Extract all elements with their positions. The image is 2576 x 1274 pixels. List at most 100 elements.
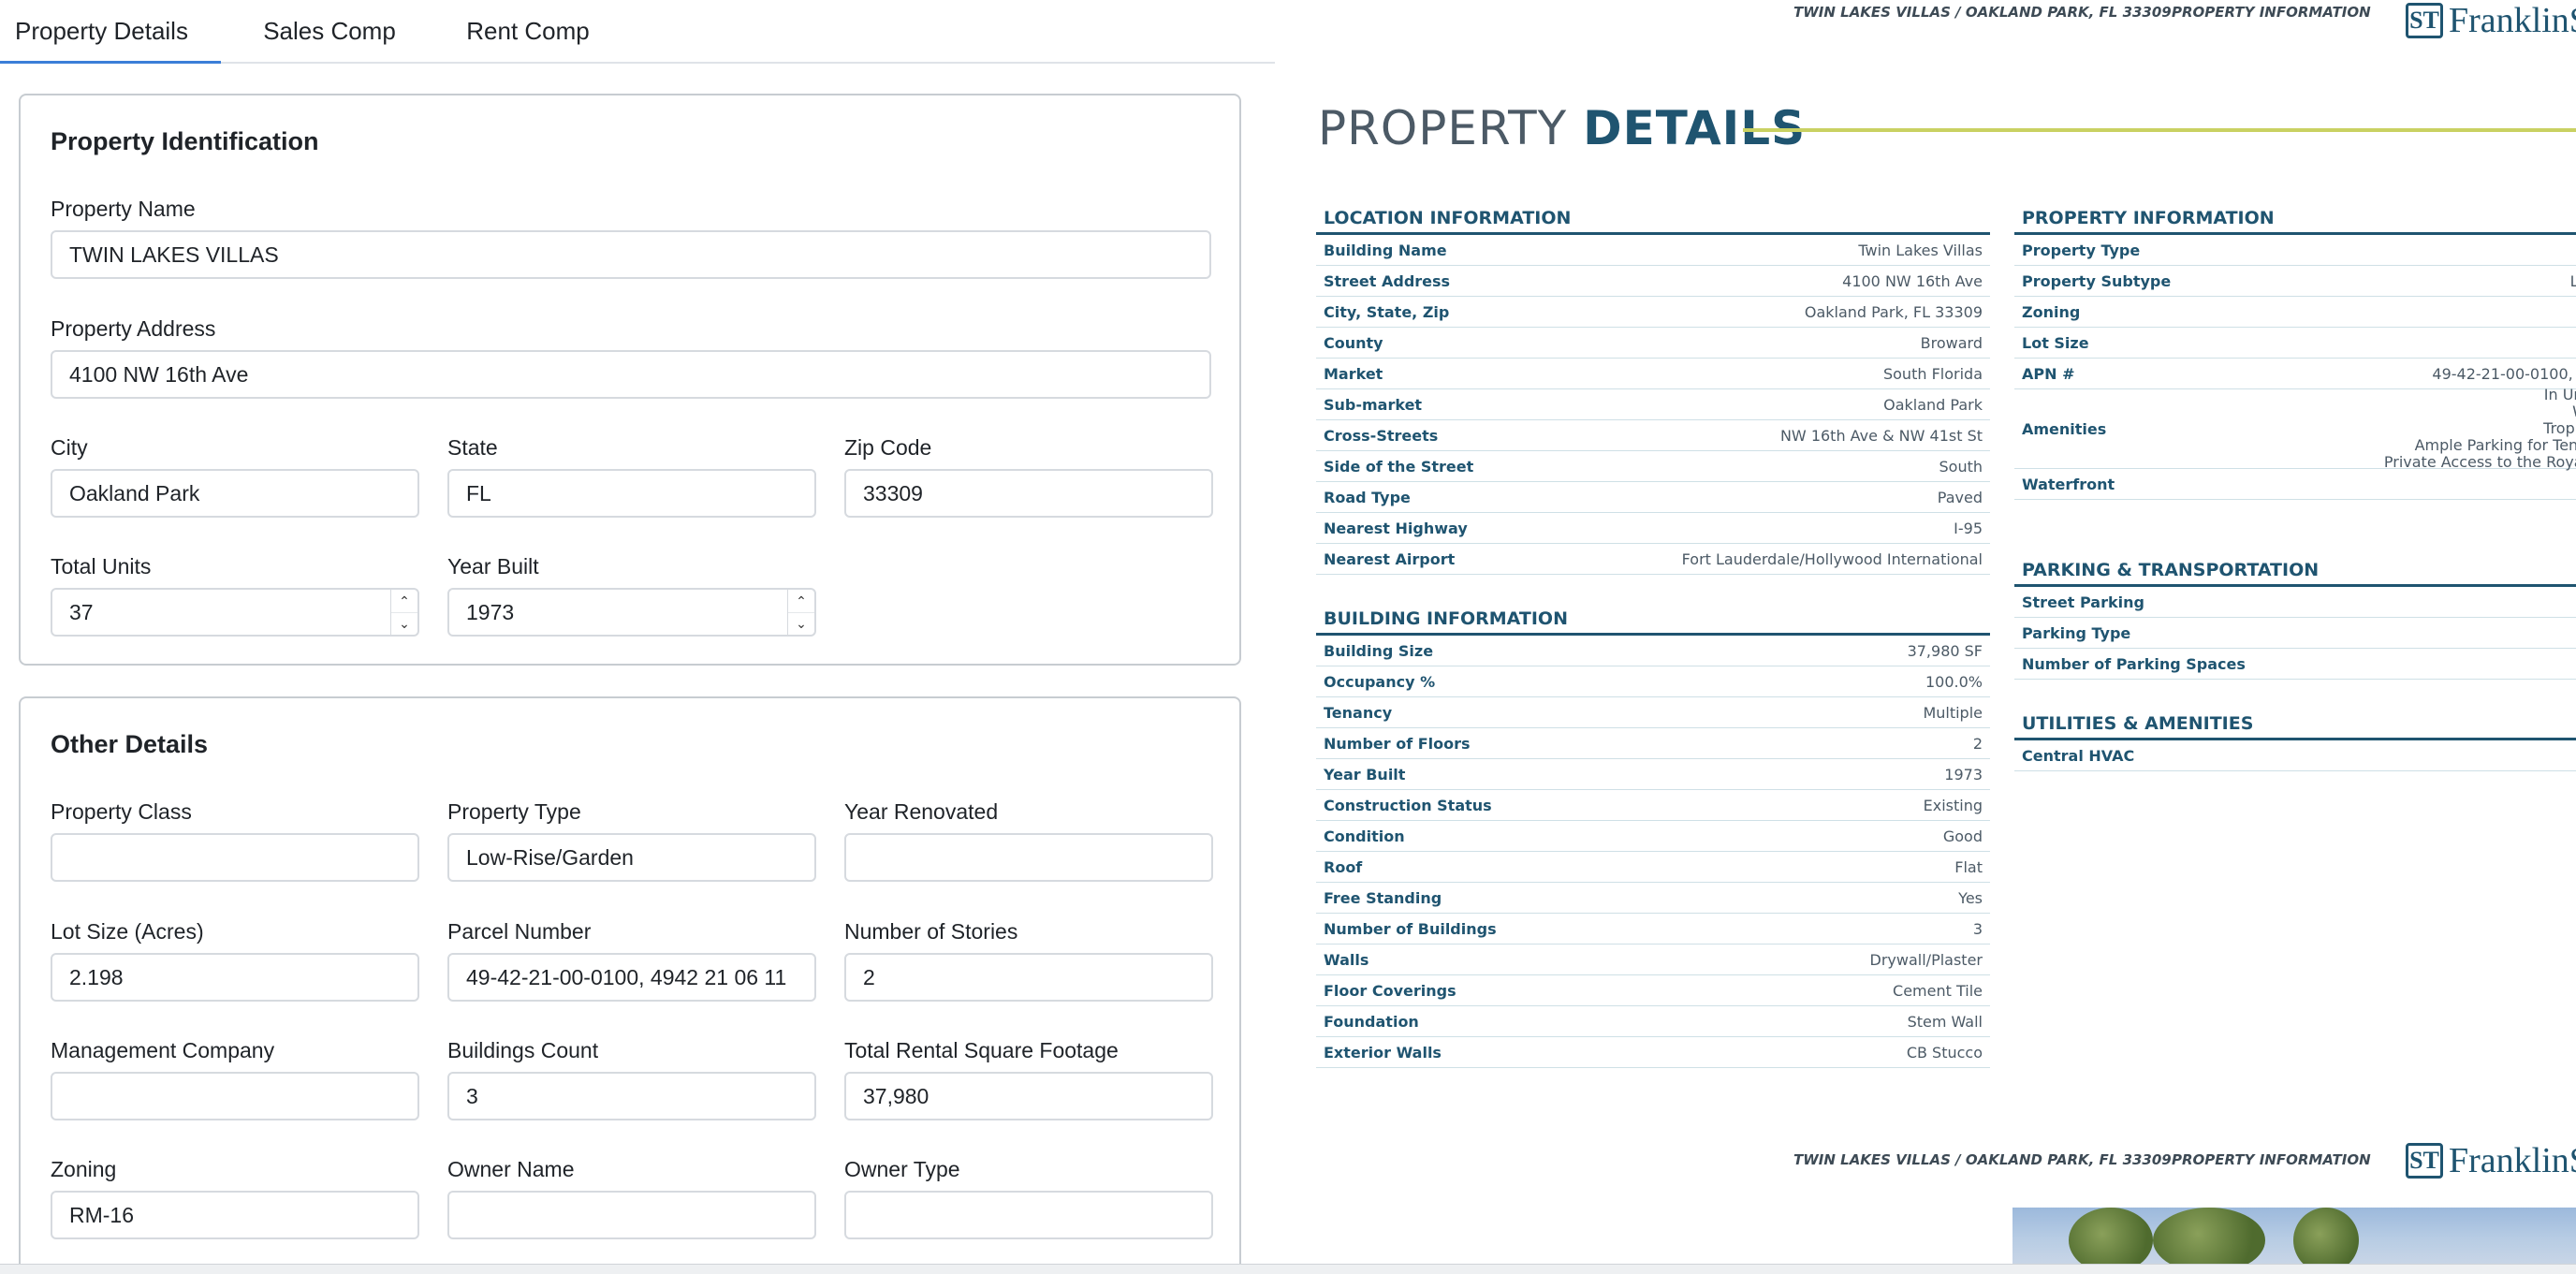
chevron-down-icon[interactable]: ⌄	[788, 613, 814, 636]
field-label: Year Renovated	[844, 799, 999, 824]
info-row: Floor Coverings Cement Tile	[1316, 975, 1990, 1006]
row-label: Condition	[1324, 827, 1405, 845]
info-row: Amenities In Uni W Tropic Ample Parking …	[2014, 387, 2576, 471]
number-stepper[interactable]: ⌃ ⌄	[787, 590, 814, 635]
row-label: Building Name	[1324, 241, 1447, 259]
row-label: City, State, Zip	[1324, 302, 1450, 321]
tab-property-details[interactable]: Property Details	[0, 0, 221, 64]
property-type-input[interactable]: Low-Rise/Garden	[447, 833, 816, 882]
row-label: Construction Status	[1324, 796, 1492, 814]
info-row: Occupancy % 100.0%	[1316, 666, 1990, 697]
info-row: Building Name Twin Lakes Villas	[1316, 235, 1990, 266]
amenity-line: Ample Parking for Tena	[2414, 436, 2576, 454]
horizontal-scrollbar[interactable]	[0, 1264, 2576, 1274]
tab-rent-comp[interactable]: Rent Comp	[438, 0, 618, 62]
total-units-value: 37	[69, 600, 94, 624]
info-row: Road Type Paved	[1316, 482, 1990, 513]
logo-mark-icon: ST	[2406, 3, 2443, 38]
row-label: Property Subtype	[2022, 271, 2172, 290]
info-row: Waterfront	[2014, 469, 2576, 500]
row-label: County	[1324, 333, 1383, 352]
header-address: TWIN LAKES VILLAS / OAKLAND PARK, FL 333…	[1793, 1151, 2172, 1168]
property-name-input[interactable]: TWIN LAKES VILLAS	[51, 230, 1211, 279]
row-value: 37,980 SF	[1907, 641, 1983, 660]
tab-sales-comp[interactable]: Sales Comp	[221, 0, 438, 62]
row-label: Central HVAC	[2022, 746, 2135, 765]
info-row: Nearest Highway I-95	[1316, 513, 1990, 544]
row-label: Sub-market	[1324, 395, 1423, 414]
city-input[interactable]: Oakland Park	[51, 469, 419, 518]
location-information-section: LOCATION INFORMATION Building Name Twin L…	[1316, 202, 1990, 575]
info-row: Market South Florida	[1316, 359, 1990, 389]
year-built-value: 1973	[466, 600, 515, 624]
field-label: Property Address	[51, 316, 216, 341]
franklin-street-logo: ST FranklinSt	[2406, 0, 2576, 41]
chevron-down-icon[interactable]: ⌄	[391, 613, 417, 636]
info-row: Lot Size	[2014, 328, 2576, 359]
field-label: Zip Code	[844, 435, 932, 460]
management-company-input[interactable]	[51, 1072, 419, 1120]
row-value: 1973	[1944, 765, 1983, 783]
logo-mark-icon: ST	[2406, 1143, 2443, 1179]
info-row: Number of Floors 2	[1316, 728, 1990, 759]
parcel-number-input[interactable]: 49-42-21-00-0100, 4942 21 06 11	[447, 953, 816, 1002]
row-label: Cross-Streets	[1324, 426, 1439, 445]
row-label: Market	[1324, 364, 1383, 383]
owner-name-input[interactable]	[447, 1191, 816, 1239]
property-photo	[2012, 1208, 2576, 1264]
header-section: PROPERTY INFORMATION	[2172, 4, 2371, 21]
info-row: Roof Flat	[1316, 852, 1990, 883]
info-row: Walls Drywall/Plaster	[1316, 945, 1990, 975]
zoning-field: Zoning RM-16	[51, 1155, 419, 1239]
chevron-up-icon[interactable]: ⌃	[391, 590, 417, 613]
info-row: Construction Status Existing	[1316, 790, 1990, 821]
state-input[interactable]: FL	[447, 469, 816, 518]
zip-input[interactable]: 33309	[844, 469, 1213, 518]
field-label: Zoning	[51, 1157, 117, 1181]
info-row: Tenancy Multiple	[1316, 697, 1990, 728]
row-value: Twin Lakes Villas	[1858, 241, 1983, 259]
row-label: Parking Type	[2022, 623, 2131, 642]
section-heading: LOCATION INFORMATION	[1316, 202, 1990, 235]
total-units-field: Total Units 37 ⌃ ⌄	[51, 552, 419, 637]
amenity-line: Private Access to the Royal	[2383, 453, 2576, 471]
field-label: Year Built	[447, 554, 539, 578]
row-label: Street Parking	[2022, 593, 2144, 611]
row-value: Drywall/Plaster	[1869, 950, 1983, 969]
rental-square-footage-input[interactable]: 37,980	[844, 1072, 1213, 1120]
property-address-input[interactable]: 4100 NW 16th Ave	[51, 350, 1211, 399]
logo-wordmark: FranklinSt	[2449, 1, 2576, 40]
row-label: Building Size	[1324, 641, 1434, 660]
header-section: PROPERTY INFORMATION	[2172, 1151, 2371, 1168]
number-stepper[interactable]: ⌃ ⌄	[390, 590, 417, 635]
info-row: Exterior Walls CB Stucco	[1316, 1037, 1990, 1068]
row-label: Nearest Airport	[1324, 549, 1456, 568]
total-units-input[interactable]: 37 ⌃ ⌄	[51, 588, 419, 637]
row-label: Roof	[1324, 857, 1363, 876]
field-label: Buildings Count	[447, 1038, 599, 1062]
field-label: Lot Size (Acres)	[51, 919, 204, 944]
row-value: 100.0%	[1925, 672, 1983, 691]
year-built-input[interactable]: 1973 ⌃ ⌄	[447, 588, 816, 637]
section-heading: PARKING & TRANSPORTATION	[2014, 554, 2576, 587]
info-row: Central HVAC	[2014, 740, 2576, 771]
number-of-stories-input[interactable]: 2	[844, 953, 1213, 1002]
chevron-up-icon[interactable]: ⌃	[788, 590, 814, 613]
property-class-input[interactable]	[51, 833, 419, 882]
management-company-field: Management Company	[51, 1036, 419, 1120]
zoning-input[interactable]: RM-16	[51, 1191, 419, 1239]
row-label: Year Built	[1324, 765, 1406, 783]
row-value: NW 16th Ave & NW 41st St	[1779, 426, 1983, 445]
row-value: 2	[1972, 734, 1983, 753]
row-label: Exterior Walls	[1324, 1043, 1442, 1062]
property-identification-card: Property Identification Property Name TW…	[19, 94, 1241, 666]
page-title: PROPERTY DETAILS	[1318, 101, 1806, 155]
lot-size-input[interactable]: 2.198	[51, 953, 419, 1002]
info-row: Street Address 4100 NW 16th Ave	[1316, 266, 1990, 297]
field-label: Owner Name	[447, 1157, 575, 1181]
card-title: Other Details	[51, 730, 209, 758]
year-renovated-input[interactable]	[844, 833, 1213, 882]
owner-type-input[interactable]	[844, 1191, 1213, 1239]
field-label: Total Rental Square Footage	[844, 1038, 1119, 1062]
buildings-count-input[interactable]: 3	[447, 1072, 816, 1120]
